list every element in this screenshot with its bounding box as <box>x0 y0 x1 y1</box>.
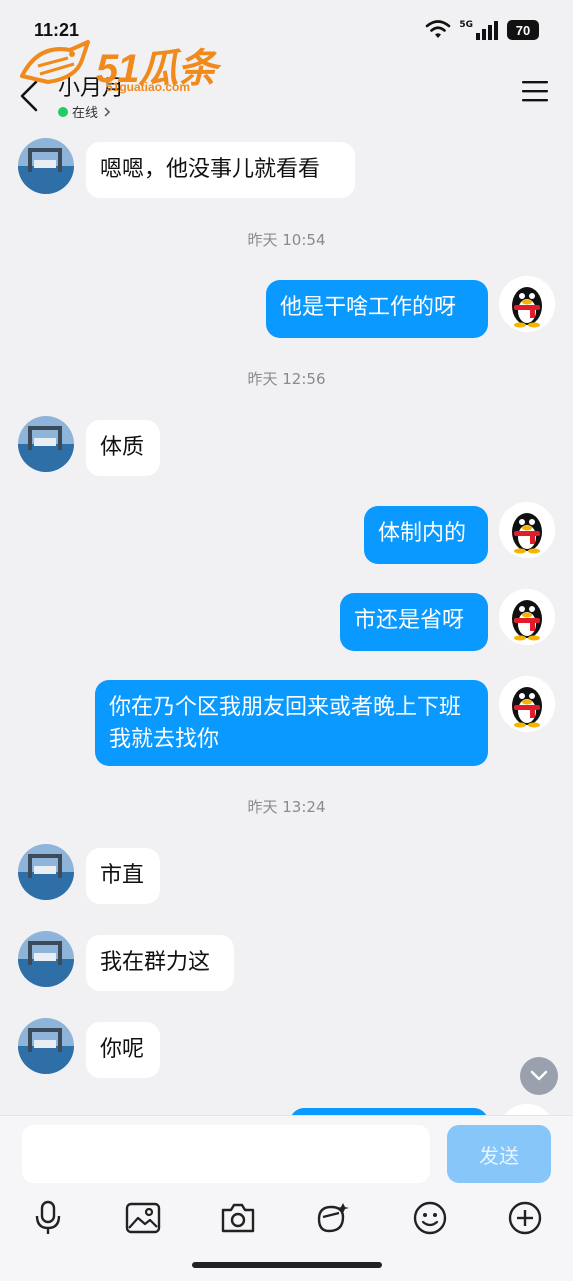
contact-avatar[interactable] <box>18 138 74 194</box>
message-bubble-outgoing-partial[interactable] <box>290 1108 488 1115</box>
my-avatar[interactable] <box>499 502 555 558</box>
composer: 发送 <box>0 1115 573 1281</box>
contact-avatar[interactable] <box>18 1018 74 1074</box>
message-bubble-incoming[interactable]: 我在群力这 <box>86 935 234 991</box>
back-arrow-icon[interactable] <box>14 78 46 114</box>
penguin-icon <box>499 1104 555 1115</box>
message-input[interactable] <box>22 1125 430 1183</box>
penguin-icon <box>499 276 555 332</box>
status-bar: 11:21 5G 70 <box>0 0 573 60</box>
message-timestamp: 昨天 10:54 <box>247 231 326 249</box>
online-dot-icon <box>58 106 68 117</box>
scroll-to-bottom-button[interactable] <box>520 1057 558 1095</box>
penguin-icon <box>499 502 555 558</box>
sticker-icon[interactable] <box>311 1196 355 1240</box>
online-status[interactable]: 在线 <box>58 102 112 121</box>
chat-header: 小月月 在线 <box>0 60 573 130</box>
menu-icon[interactable] <box>521 78 549 104</box>
wifi-icon <box>426 20 451 38</box>
signal-icon <box>476 21 498 40</box>
message-bubble-outgoing[interactable]: 市还是省呀 <box>340 593 488 651</box>
send-button[interactable]: 发送 <box>447 1125 551 1183</box>
microphone-icon[interactable] <box>26 1196 70 1240</box>
my-avatar[interactable] <box>499 276 555 332</box>
message-bubble-outgoing[interactable]: 他是干啥工作的呀 <box>266 280 488 338</box>
composer-toolbar <box>0 1196 573 1246</box>
my-avatar[interactable] <box>499 1104 555 1115</box>
home-indicator[interactable] <box>192 1262 382 1268</box>
my-avatar[interactable] <box>499 589 555 645</box>
battery-indicator: 70 <box>507 20 539 40</box>
contact-avatar[interactable] <box>18 416 74 472</box>
contact-avatar[interactable] <box>18 844 74 900</box>
penguin-icon <box>499 676 555 732</box>
message-bubble-outgoing[interactable]: 体制内的 <box>364 506 488 564</box>
message-bubble-incoming[interactable]: 嗯嗯，他没事儿就看看 <box>86 142 355 198</box>
message-bubble-outgoing[interactable]: 你在乃个区我朋友回来或者晚上下班我就去找你 <box>95 680 488 766</box>
message-bubble-incoming[interactable]: 体质 <box>86 420 160 476</box>
message-bubble-incoming[interactable]: 市直 <box>86 848 160 904</box>
message-bubble-incoming[interactable]: 你呢 <box>86 1022 160 1078</box>
contact-name[interactable]: 小月月 <box>58 70 124 102</box>
plus-icon[interactable] <box>503 1196 547 1240</box>
penguin-icon <box>499 589 555 645</box>
chevron-right-icon <box>104 106 111 117</box>
my-avatar[interactable] <box>499 676 555 732</box>
emoji-icon[interactable] <box>408 1196 452 1240</box>
camera-icon[interactable] <box>216 1196 260 1240</box>
network-label: 5G <box>459 20 473 30</box>
message-timestamp: 昨天 13:24 <box>247 798 326 816</box>
contact-avatar[interactable] <box>18 931 74 987</box>
status-time: 11:21 <box>34 20 80 40</box>
online-status-label: 在线 <box>72 106 99 121</box>
image-icon[interactable] <box>121 1196 165 1240</box>
chevron-down-icon <box>530 1070 548 1081</box>
message-timestamp: 昨天 12:56 <box>247 370 326 388</box>
status-icons: 5G 70 <box>425 20 539 40</box>
chat-messages[interactable]: 嗯嗯，他没事儿就看看 昨天 10:54 他是干啥工作的呀 昨天 12:56 体质 <box>0 130 573 1115</box>
